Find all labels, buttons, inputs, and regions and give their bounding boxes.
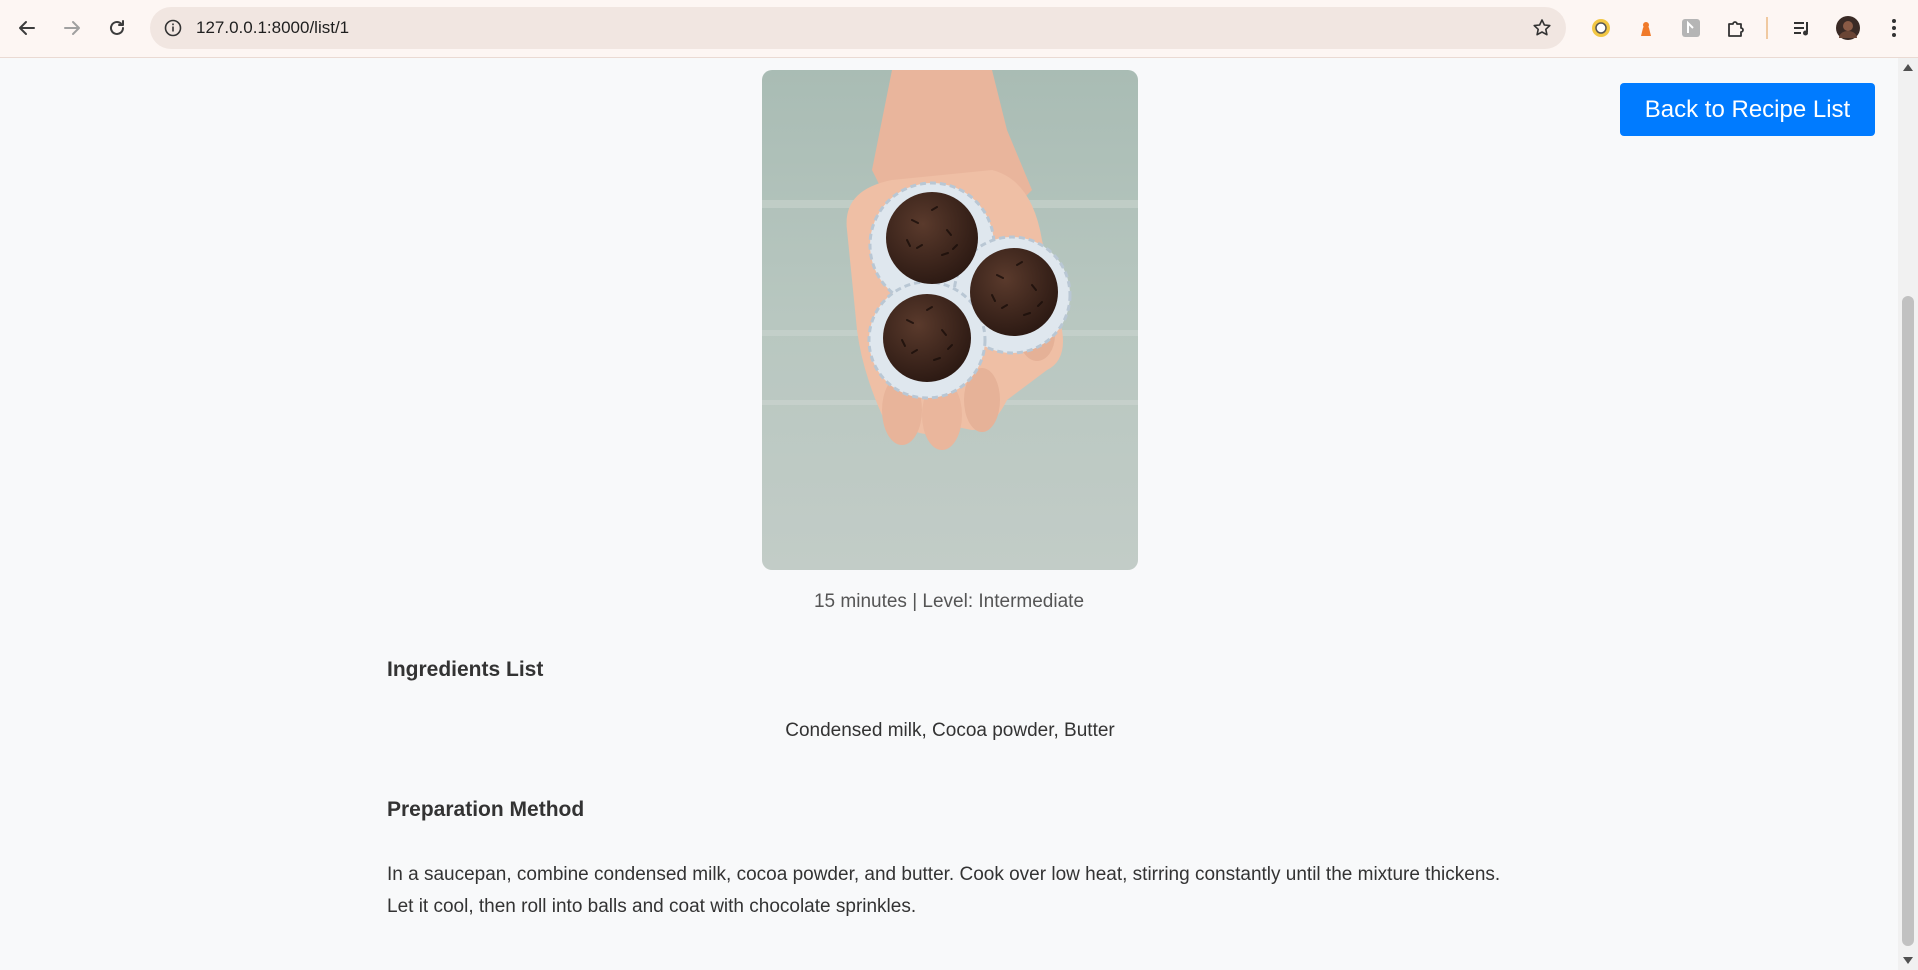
- back-to-recipe-list-button[interactable]: Back to Recipe List: [1620, 83, 1875, 136]
- recipe-image: [762, 70, 1138, 570]
- recipe-meta: 15 minutes | Level: Intermediate: [813, 591, 1085, 612]
- method-text: In a saucepan, combine condensed milk, c…: [387, 864, 1501, 917]
- reload-icon[interactable]: [99, 10, 135, 46]
- browser-toolbar: 127.0.0.1:8000/list/1: [0, 0, 1918, 58]
- method-heading: Preparation Method: [387, 798, 585, 821]
- page-content: Back to Recipe List 15 minutes | Level: …: [0, 58, 1898, 970]
- url-text[interactable]: 127.0.0.1:8000/list/1: [196, 18, 349, 38]
- ingredients-text: Condensed milk, Cocoa powder, Butter: [785, 720, 1115, 741]
- extensions-puzzle-icon[interactable]: [1722, 14, 1750, 42]
- scroll-thumb[interactable]: [1902, 296, 1914, 946]
- ingredients-heading: Ingredients List: [387, 658, 544, 681]
- scroll-up-arrow-icon[interactable]: [1903, 64, 1913, 71]
- bookmark-star-icon[interactable]: [1530, 16, 1554, 40]
- forward-arrow-icon[interactable]: [54, 10, 90, 46]
- address-bar[interactable]: 127.0.0.1:8000/list/1: [150, 7, 1566, 49]
- site-info-icon[interactable]: [162, 17, 184, 39]
- toolbar-separator: [1766, 17, 1768, 39]
- back-arrow-icon[interactable]: [9, 10, 45, 46]
- kebab-menu-icon[interactable]: [1880, 14, 1908, 42]
- media-control-icon[interactable]: [1788, 14, 1816, 42]
- extension-orange-icon[interactable]: [1632, 14, 1660, 42]
- extension-yellow-icon[interactable]: [1587, 14, 1615, 42]
- scroll-down-arrow-icon[interactable]: [1903, 957, 1913, 964]
- profile-avatar-icon[interactable]: [1834, 14, 1862, 42]
- vertical-scrollbar[interactable]: [1898, 58, 1918, 970]
- extension-gray-icon[interactable]: [1677, 14, 1705, 42]
